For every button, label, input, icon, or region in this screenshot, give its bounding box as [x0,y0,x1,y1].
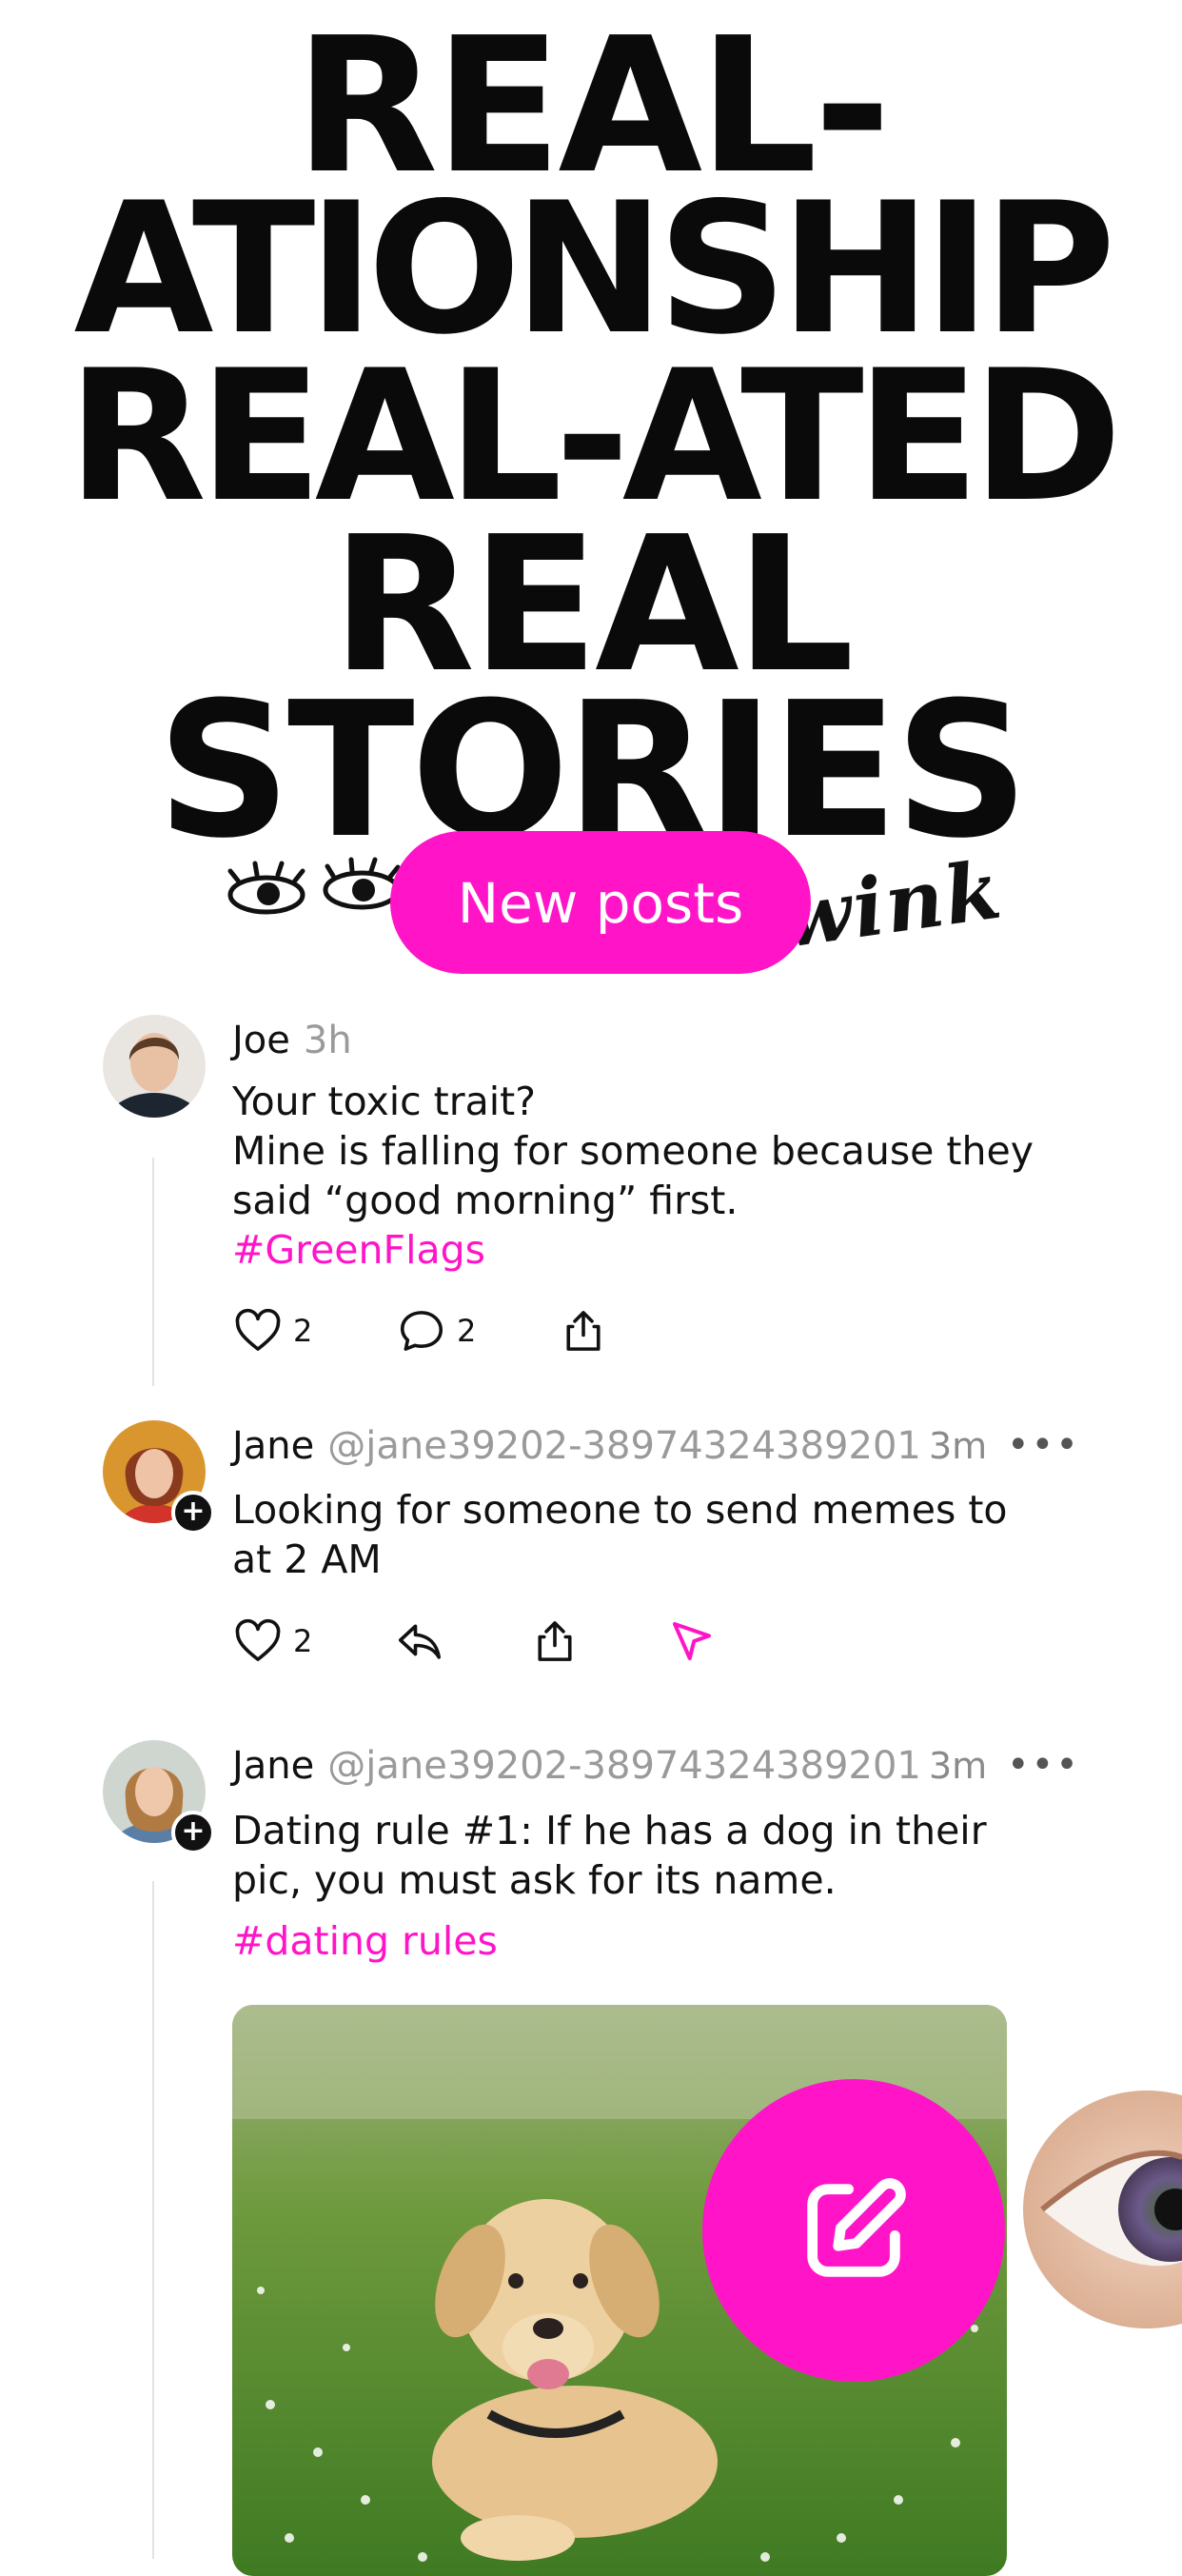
post-meta: Jane @jane39202-38974324389201 [232,1424,921,1468]
author-name[interactable]: Jane [232,1744,314,1788]
post-text-line: Dating rule #1: If he has a dog in their [232,1808,987,1853]
reply-icon [398,1624,442,1659]
more-icon[interactable]: ••• [1007,1423,1080,1467]
eye-decoration-icon [1023,2091,1182,2328]
compose-button[interactable] [702,2079,1005,2382]
share-button[interactable] [558,1302,609,1359]
post-text-line: Looking for someone to send memes to [232,1487,1008,1533]
post-time: 3h [303,1019,352,1062]
author-handle[interactable]: @jane39202-38974324389201 [327,1744,921,1788]
follow-plus-icon[interactable]: + [171,1811,215,1854]
more-icon[interactable]: ••• [1007,1743,1080,1787]
comment-button[interactable]: 2 [396,1302,476,1359]
post-body: Looking for someone to send memes to at … [232,1485,1089,1584]
reply-button[interactable] [394,1613,445,1670]
post-text-line: Mine is falling for someone because they [232,1128,1034,1174]
avatar[interactable] [103,1015,206,1118]
post-meta: Jane @jane39202-38974324389201 [232,1744,921,1788]
share-icon [566,1311,601,1351]
post-time: 3m [929,1425,988,1467]
comment-icon [400,1311,443,1351]
post-text-line: Your toxic trait? [232,1079,536,1124]
post-text-line: pic, you must ask for its name. [232,1857,837,1903]
heart-icon [235,1618,281,1661]
post-body: Dating rule #1: If he has a dog in their… [232,1806,1089,1966]
hero-headline: REAL- ATIONSHIP REAL-ATED REAL STORIES [0,0,1182,885]
share-icon [538,1621,572,1661]
post-text-line: said “good morning” first. [232,1178,739,1223]
like-button[interactable]: 2 [232,1613,312,1670]
compose-icon [807,2178,906,2277]
like-count: 2 [293,1623,313,1659]
send-icon [672,1621,712,1661]
post-meta: Joe 3h [232,1019,352,1062]
comment-count: 2 [457,1313,477,1349]
post-body: Your toxic trait? Mine is falling for so… [232,1077,1089,1275]
like-count: 2 [293,1313,313,1349]
author-name[interactable]: Jane [232,1424,314,1468]
share-button[interactable] [529,1613,581,1670]
new-posts-button[interactable]: New posts [390,831,811,974]
thread-line [152,1158,154,1386]
heart-icon [235,1308,281,1351]
author-handle[interactable]: @jane39202-38974324389201 [327,1424,921,1468]
hashtag-link[interactable]: #GreenFlags [232,1225,1089,1275]
send-button[interactable] [666,1613,718,1670]
post-time: 3m [929,1745,988,1787]
author-name[interactable]: Joe [232,1019,290,1062]
hashtag-link[interactable]: #dating rules [232,1916,1089,1966]
thread-line [152,1881,154,2559]
like-button[interactable]: 2 [232,1302,312,1359]
post-text-line: at 2 AM [232,1536,382,1582]
follow-plus-icon[interactable]: + [171,1491,215,1535]
